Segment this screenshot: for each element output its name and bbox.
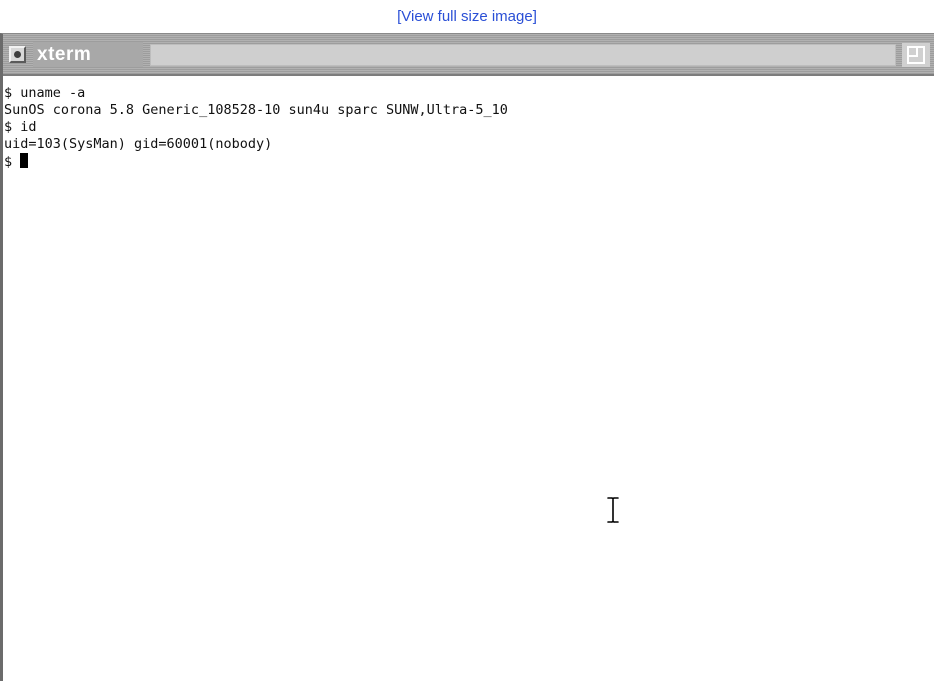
text-cursor: [20, 153, 29, 168]
terminal-line: $ uname -a: [4, 85, 86, 101]
xterm-window: xterm $ uname -a SunOS corona 5.8 Generi…: [0, 33, 934, 681]
i-beam-cursor-icon: [607, 497, 619, 523]
title-bar[interactable]: xterm: [3, 34, 934, 76]
maximize-button[interactable]: [902, 43, 930, 67]
view-full-size-link[interactable]: [View full size image]: [0, 8, 934, 25]
window-menu-icon: [14, 51, 21, 58]
window-menu-button[interactable]: [9, 46, 26, 63]
terminal-line: SunOS corona 5.8 Generic_108528-10 sun4u…: [4, 102, 508, 118]
terminal-line: $ id: [4, 119, 37, 135]
prompt: $: [4, 154, 21, 170]
title-bar-fill: [150, 44, 896, 66]
terminal-line: uid=103(SysMan) gid=60001(nobody): [4, 136, 273, 152]
prompt-line: $: [4, 153, 934, 170]
window-title: xterm: [37, 44, 92, 65]
terminal-area[interactable]: $ uname -a SunOS corona 5.8 Generic_1085…: [3, 76, 934, 681]
maximize-icon: [902, 43, 930, 67]
